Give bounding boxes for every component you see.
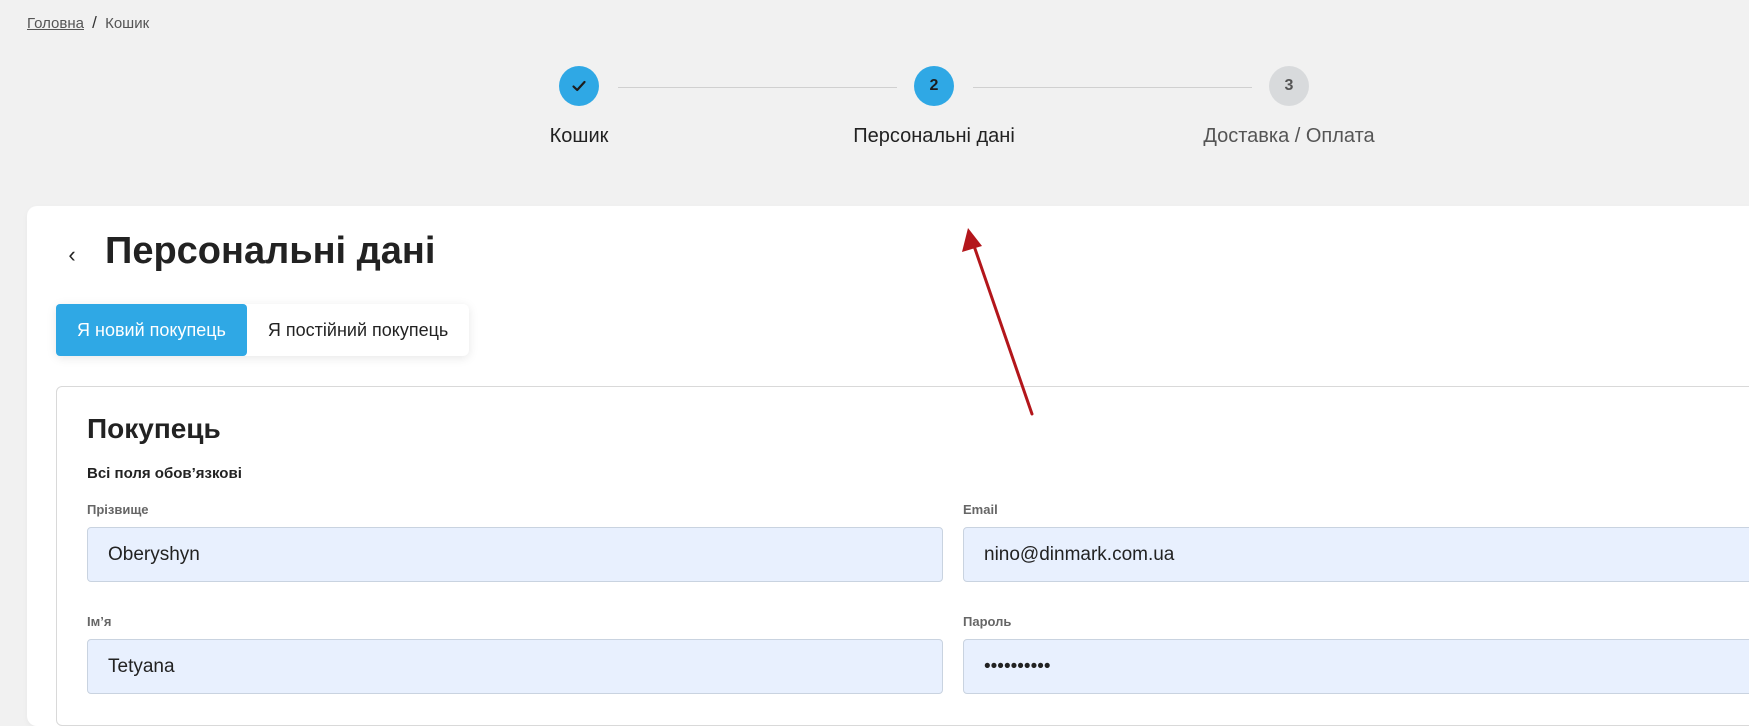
annotation-arrow-icon [962,228,1034,416]
